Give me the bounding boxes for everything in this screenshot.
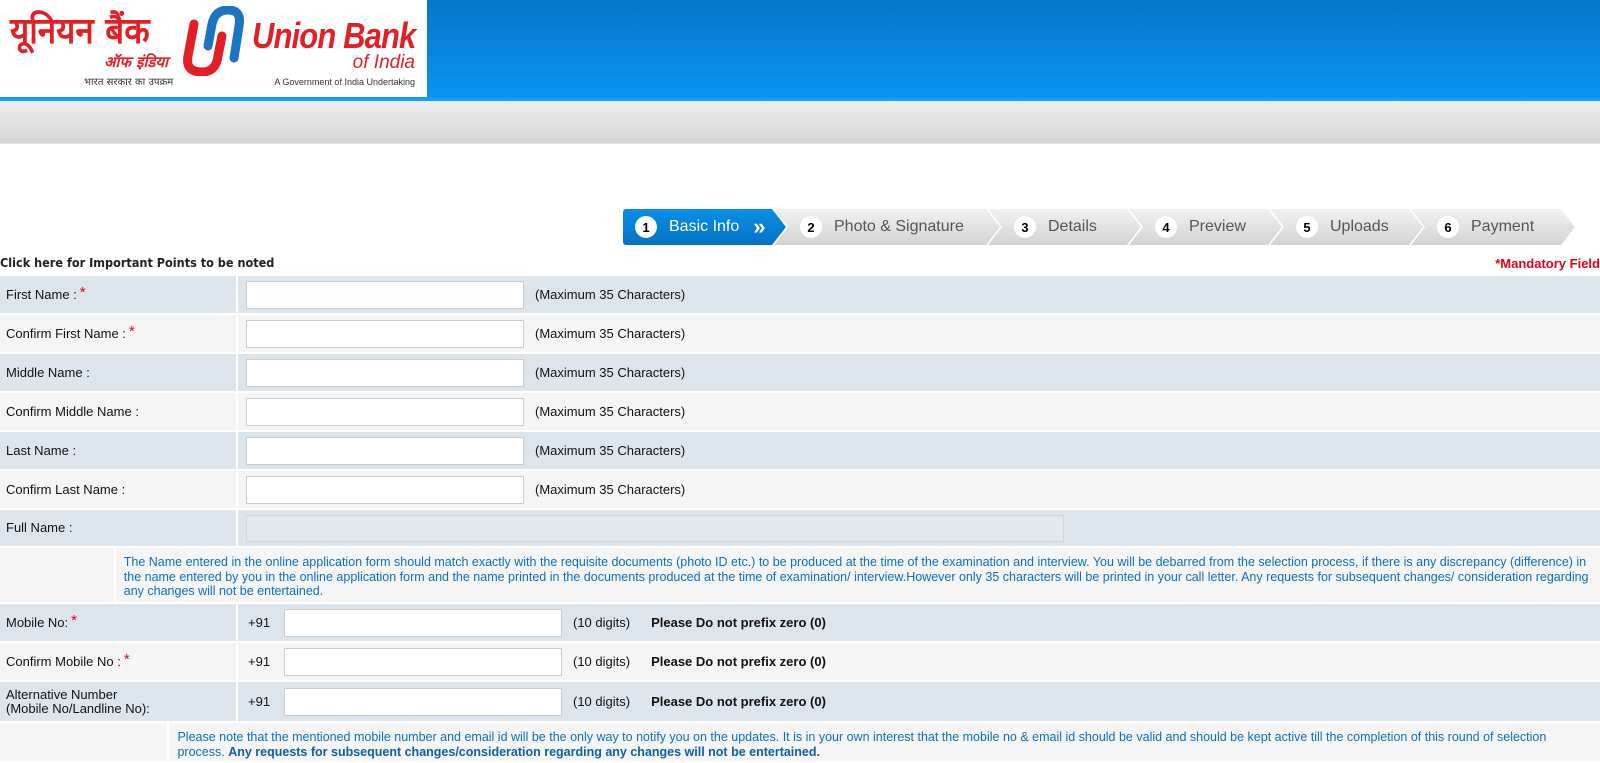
max-length-hint: (Maximum 35 Characters) [535,287,686,302]
full-name-input [246,514,1064,542]
mobile-label: Mobile No: * [0,604,238,641]
progress-stepper: 1 Basic Info » 2 Photo & Signature 3 Det… [623,209,1563,245]
form-row-alternative-number: Alternative Number (Mobile No/Landline N… [0,682,1600,723]
no-zero-prefix-hint: Please Do not prefix zero (0) [651,615,826,630]
country-code: +91 [248,694,271,709]
country-code: +91 [248,615,271,630]
step-photo-signature[interactable]: 2 Photo & Signature [774,209,1000,245]
alternative-number-input[interactable] [284,687,562,716]
double-chevron-right-icon: » [753,214,762,239]
confirm-last-name-label: Confirm Last Name : [0,471,238,508]
mobile-email-note: Please note that the mentioned mobile nu… [177,730,1547,759]
form-row-middle-name: Middle Name : (Maximum 35 Characters) [0,354,1600,393]
logo-english-sub: of India [352,52,415,73]
country-code: +91 [248,654,271,669]
mobile-input[interactable] [284,608,562,637]
form-row-full-name: Full Name : [0,510,1600,548]
confirm-mobile-label: Confirm Mobile No : * [0,643,238,680]
middle-name-input[interactable] [246,358,524,387]
first-name-label: First Name : * [0,276,238,313]
step-basic-info[interactable]: 1 Basic Info » [623,209,786,245]
header-banner: यूनियन बैंक ऑफ इंडिया भारत सरकार का उपक्… [0,0,1600,101]
logo-hindi-name: यूनियन बैंक [10,11,150,52]
step-label: Basic Info [669,218,740,235]
basic-info-form: First Name : * (Maximum 35 Characters) C… [0,276,1600,763]
step-label: Uploads [1330,218,1389,235]
max-length-hint: (Maximum 35 Characters) [535,482,686,497]
confirm-last-name-input[interactable] [246,475,524,504]
form-row-confirm-first-name: Confirm First Name : * (Maximum 35 Chara… [0,315,1600,354]
digits-hint: (10 digits) [573,615,631,630]
max-length-hint: (Maximum 35 Characters) [535,365,686,380]
confirm-first-name-label: Confirm First Name : * [0,315,238,352]
logo-english-name: Union Bank [252,15,416,56]
required-marker: * [123,650,130,668]
max-length-hint: (Maximum 35 Characters) [535,404,686,419]
logo-english-tagline: A Government of India Undertaking [274,77,415,87]
digits-hint: (10 digits) [573,654,631,669]
last-name-label: Last Name : [0,432,238,469]
confirm-first-name-input[interactable] [246,319,524,348]
form-row-mobile: Mobile No: * +91 (10 digits) Please Do no… [0,604,1600,643]
max-length-hint: (Maximum 35 Characters) [535,326,686,341]
alternative-number-label: Alternative Number (Mobile No/Landline N… [0,682,238,721]
confirm-middle-name-label: Confirm Middle Name : [0,393,238,430]
step-number: 2 [800,216,822,238]
step-payment[interactable]: 6 Payment [1411,209,1575,245]
union-bank-logo[interactable]: यूनियन बैंक ऑफ इंडिया भारत सरकार का उपक्… [0,0,427,97]
max-length-hint: (Maximum 35 Characters) [535,443,686,458]
full-name-label: Full Name : [0,510,238,546]
mandatory-field-note: *Mandatory Field [1495,256,1600,271]
form-row-confirm-last-name: Confirm Last Name : (Maximum 35 Characte… [0,471,1600,510]
required-marker: * [71,611,77,629]
first-name-input[interactable] [246,280,524,309]
step-number: 5 [1296,216,1318,238]
required-marker: * [128,322,135,340]
step-uploads[interactable]: 5 Uploads [1270,209,1423,245]
form-row-confirm-mobile: Confirm Mobile No : * +91 (10 digits) Ple… [0,643,1600,682]
form-row-name-note: The Name entered in the online applicati… [0,548,1600,604]
navigation-bar [0,101,1600,144]
step-number: 1 [635,216,657,238]
middle-name-label: Middle Name : [0,354,238,391]
step-label: Photo & Signature [834,218,964,235]
last-name-input[interactable] [246,436,524,465]
logo-hindi-sub: ऑफ इंडिया [104,53,168,71]
step-details[interactable]: 3 Details [988,209,1141,245]
form-row-confirm-middle-name: Confirm Middle Name : (Maximum 35 Charac… [0,393,1600,432]
confirm-mobile-input[interactable] [284,647,562,676]
step-number: 4 [1155,216,1177,238]
name-matching-note: The Name entered in the online applicati… [123,555,1589,599]
step-label: Preview [1189,218,1246,235]
step-label: Details [1048,218,1097,235]
step-preview[interactable]: 4 Preview [1129,209,1282,245]
form-row-first-name: First Name : * (Maximum 35 Characters) [0,276,1600,315]
logo-hindi-tagline: भारत सरकार का उपक्रम [84,77,174,88]
union-bank-emblem-icon [183,6,244,76]
no-zero-prefix-hint: Please Do not prefix zero (0) [651,694,826,709]
important-points-link[interactable]: Click here for Important Points to be no… [0,256,274,270]
confirm-middle-name-input[interactable] [246,397,524,426]
step-label: Payment [1471,218,1535,235]
form-row-last-name: Last Name : (Maximum 35 Characters) [0,432,1600,471]
no-zero-prefix-hint: Please Do not prefix zero (0) [651,654,826,669]
step-number: 6 [1437,216,1459,238]
step-number: 3 [1014,216,1036,238]
required-marker: * [79,283,86,301]
form-row-mobile-note: Please note that the mentioned mobile nu… [0,723,1600,763]
digits-hint: (10 digits) [573,694,631,709]
